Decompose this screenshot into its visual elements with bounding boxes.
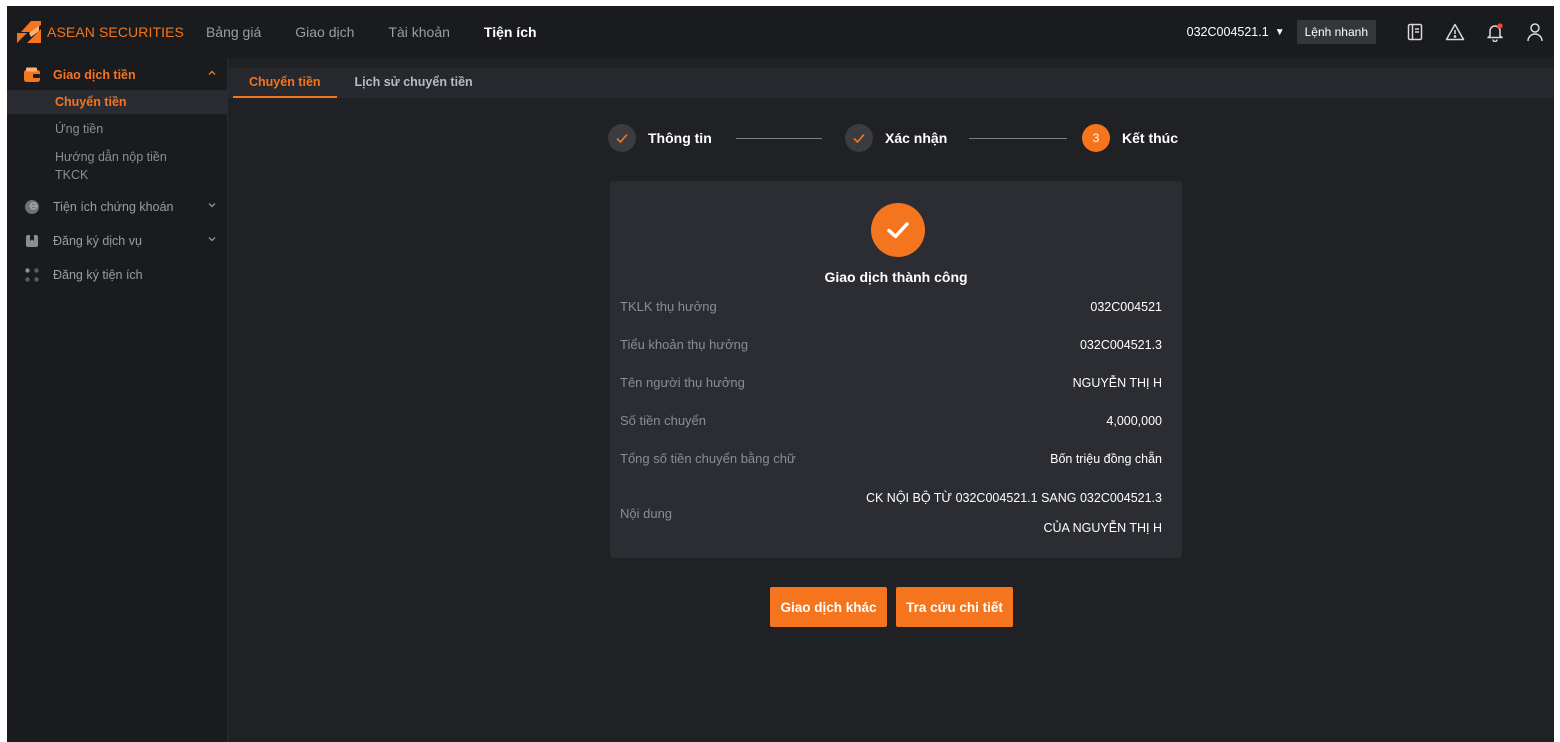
tab-bar: Chuyển tiền Lịch sử chuyển tiền <box>228 68 1554 98</box>
logo-mark-icon <box>17 21 41 43</box>
alert-triangle-icon[interactable] <box>1444 21 1466 43</box>
step-ket-thuc: 3 Kết thúc <box>1082 124 1178 152</box>
sidebar-group-giao-dich-tien[interactable]: Giao dịch tiền <box>7 60 227 90</box>
sidebar-item-huong-dan-nop-tien[interactable]: Hướng dẫn nộp tiền TKCK <box>7 145 167 187</box>
chevron-down-icon <box>208 203 216 208</box>
detail-row: Nội dung CK NỘI BỘ TỪ 032C004521.1 SANG … <box>620 483 1162 543</box>
success-title: Giao dịch thành công <box>824 269 968 285</box>
detail-label: Tiểu khoản thụ hưởng <box>620 337 749 352</box>
step-label: Kết thúc <box>1122 130 1178 146</box>
caret-down-icon: ▼ <box>1274 26 1285 38</box>
wallet-icon <box>23 67 41 83</box>
detail-label: Tổng số tiền chuyển bằng chữ <box>620 451 796 466</box>
detail-row: TKLK thụ hưởng 032C004521 <box>620 299 1162 314</box>
brand-name: ASEAN SECURITIES <box>47 24 184 40</box>
tab-chuyen-tien[interactable]: Chuyển tiền <box>233 75 337 98</box>
step-label: Xác nhận <box>885 130 948 146</box>
chevron-up-icon <box>208 70 216 75</box>
step-thong-tin: Thông tin <box>608 124 712 152</box>
detail-row: Tên người thụ hưởng NGUYỄN THỊ H <box>620 375 1162 390</box>
detail-label: Tên người thụ hưởng <box>620 375 745 390</box>
account-number: 032C004521.1 <box>1186 25 1269 39</box>
account-selector[interactable]: 032C004521.1 ▼ <box>1187 25 1285 39</box>
sidebar-group-label: Tiện ích chứng khoán <box>53 200 174 214</box>
step-connector <box>736 138 822 139</box>
bell-icon[interactable] <box>1484 21 1506 43</box>
sidebar: Giao dịch tiền Chuyển tiền Ứng tiền Hướn… <box>7 58 227 742</box>
sidebar-item-chuyen-tien[interactable]: Chuyển tiền <box>7 90 227 114</box>
sidebar-group-dang-ky-tien-ich[interactable]: Đăng ký tiện ích <box>7 260 227 290</box>
detail-row: Tiểu khoản thụ hưởng 032C004521.3 <box>620 337 1162 352</box>
sidebar-divider <box>227 58 228 742</box>
quick-order-button[interactable]: Lệnh nhanh <box>1296 20 1376 44</box>
tab-lich-su-chuyen-tien[interactable]: Lịch sử chuyển tiền <box>339 75 489 98</box>
result-card: Giao dịch thành công TKLK thụ hưởng 032C… <box>610 181 1182 558</box>
sidebar-group-tien-ich-chung-khoan[interactable]: Tiện ích chứng khoán <box>7 192 227 222</box>
detail-label: Nội dung <box>620 505 673 521</box>
detail-value: Bốn triệu đồng chẵn <box>1050 451 1162 466</box>
sidebar-group-label: Đăng ký dịch vụ <box>53 234 142 248</box>
sidebar-group-label: Giao dịch tiền <box>53 68 136 82</box>
detail-value: CK NỘI BỘ TỪ 032C004521.1 SANG 032C00452… <box>866 483 1162 543</box>
success-check-icon <box>871 203 925 257</box>
detail-value-line: CK NỘI BỘ TỪ 032C004521.1 SANG 032C00452… <box>865 491 1162 505</box>
detail-value: 032C004521.3 <box>1079 337 1162 352</box>
sidebar-group-label: Đăng ký tiện ích <box>53 268 143 282</box>
logo[interactable]: ASEAN SECURITIES <box>17 21 184 43</box>
coins-icon <box>23 199 41 215</box>
detail-row: Số tiền chuyển 4,000,000 <box>620 413 1162 428</box>
step-xac-nhan: Xác nhận <box>845 124 947 152</box>
detail-value: 032C004521 <box>1090 299 1162 314</box>
view-detail-button[interactable]: Tra cứu chi tiết <box>896 587 1013 627</box>
check-icon <box>608 124 636 152</box>
app-window: ASEAN SECURITIES Bảng giá Giao dịch Tài … <box>7 6 1554 742</box>
sidebar-item-ung-tien[interactable]: Ứng tiền <box>7 117 227 141</box>
chevron-down-icon <box>208 237 216 242</box>
detail-label: Số tiền chuyển <box>620 413 707 428</box>
book-icon[interactable] <box>1404 21 1426 43</box>
nav-giao-dich[interactable]: Giao dịch <box>295 24 354 40</box>
header-actions: 032C004521.1 ▼ Lệnh nhanh <box>1187 6 1554 58</box>
sidebar-group-dang-ky-dich-vu[interactable]: Đăng ký dịch vụ <box>7 226 227 256</box>
top-bar: ASEAN SECURITIES Bảng giá Giao dịch Tài … <box>7 6 1554 58</box>
detail-value-line: CỦA NGUYỄN THỊ H <box>1043 521 1162 535</box>
step-connector <box>969 138 1067 139</box>
main-nav: Bảng giá Giao dịch Tài khoản Tiện ích <box>206 24 571 40</box>
detail-value: 4,000,000 <box>1106 413 1162 428</box>
other-transaction-button[interactable]: Giao dịch khác <box>770 587 887 627</box>
step-number: 3 <box>1082 124 1110 152</box>
check-icon <box>845 124 873 152</box>
detail-row: Tổng số tiền chuyển bằng chữ Bốn triệu đ… <box>620 451 1162 466</box>
detail-label: TKLK thụ hưởng <box>620 299 717 314</box>
user-icon[interactable] <box>1524 21 1546 43</box>
bookmark-icon <box>23 233 41 249</box>
nav-bang-gia[interactable]: Bảng giá <box>206 24 261 40</box>
detail-value: NGUYỄN THỊ H <box>1072 375 1162 390</box>
grid-dots-icon <box>23 267 41 283</box>
nav-tai-khoan[interactable]: Tài khoản <box>388 24 449 40</box>
nav-tien-ich[interactable]: Tiện ích <box>484 24 537 40</box>
step-label: Thông tin <box>648 130 712 146</box>
